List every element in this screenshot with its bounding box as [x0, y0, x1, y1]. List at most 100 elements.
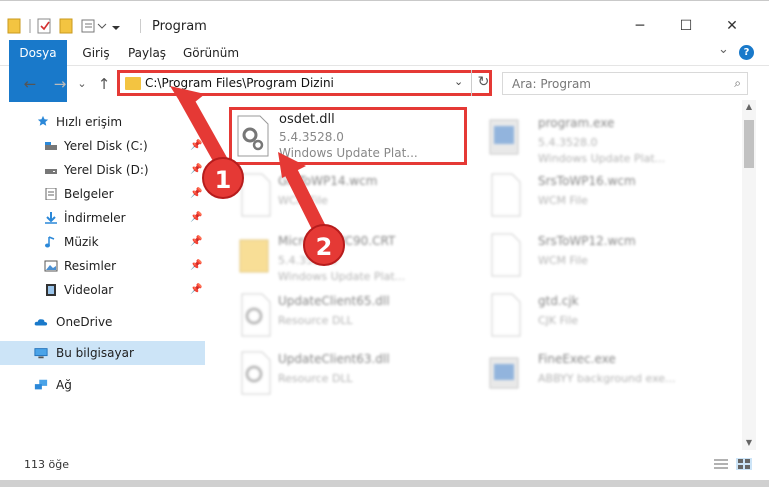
dll-file-icon: [241, 351, 271, 395]
document-file-icon: [491, 293, 521, 337]
pin-icon: 📌: [190, 212, 203, 223]
maximize-button[interactable]: ☐: [666, 15, 706, 37]
highlighted-file-description: Windows Update Plat...: [279, 146, 418, 160]
nav-this-pc[interactable]: Bu bilgisayar: [0, 341, 205, 365]
nav-item-drive-c[interactable]: Yerel Disk (C:) 📌: [0, 134, 205, 158]
up-button[interactable]: ↑: [93, 73, 115, 95]
pin-icon: 📌: [190, 188, 203, 199]
search-placeholder[interactable]: Ara: Program: [512, 77, 591, 91]
highlighted-file[interactable]: osdet.dll 5.4.3528.0 Windows Update Plat…: [229, 107, 467, 165]
tiles-view-icon[interactable]: [736, 458, 752, 470]
window-title: Program: [152, 19, 207, 34]
videos-icon: [46, 284, 56, 296]
nav-item-music[interactable]: Müzik 📌: [0, 230, 205, 254]
file-item[interactable]: SrsToWP16.wcm WCM File: [482, 166, 722, 228]
tab-share[interactable]: Paylaş: [124, 40, 170, 66]
nav-item-pictures[interactable]: Resimler 📌: [0, 254, 205, 278]
search-box[interactable]: Ara: Program ⌕: [502, 72, 748, 95]
address-dropdown-icon[interactable]: ⌄: [454, 75, 463, 88]
tab-view[interactable]: Görünüm: [182, 40, 240, 66]
file-item[interactable]: program.exe 5.4.3528.0 Windows Update Pl…: [482, 108, 722, 170]
file-detail: WCM File: [278, 194, 328, 207]
search-icon[interactable]: ⌕: [734, 76, 741, 91]
file-item[interactable]: Microsoft.VC90.CRT 5.4.3528.0 Windows Up…: [232, 226, 472, 288]
exe-file-icon: [489, 357, 519, 389]
drive-icon: [45, 142, 57, 150]
dll-gear-icon: [237, 115, 269, 157]
file-item[interactable]: UpdateClient65.dll Resource DLL: [232, 286, 472, 348]
file-name: gtd.cjk: [538, 294, 579, 308]
music-icon: [45, 236, 55, 248]
item-count: 113 öğe: [24, 458, 69, 471]
file-name: UpdateClient63.dll: [278, 352, 390, 366]
drive-icon: [45, 169, 57, 174]
file-name: SrsToWP12.wcm: [538, 234, 636, 248]
recent-locations-button[interactable]: ⌄: [71, 73, 93, 95]
nav-onedrive[interactable]: OneDrive: [0, 310, 205, 334]
callout-2: 2: [303, 224, 345, 266]
file-detail: ABBYY background exe...: [538, 372, 676, 385]
file-item[interactable]: gtd.cjk CJK File: [482, 286, 722, 348]
nav-item-label: Yerel Disk (D:): [64, 163, 149, 177]
file-name: UpdateClient65.dll: [278, 294, 390, 308]
highlighted-file-name: osdet.dll: [279, 112, 335, 127]
vertical-scrollbar[interactable]: ▲ ▼: [742, 100, 756, 450]
forward-button[interactable]: →: [49, 73, 71, 95]
highlighted-file-version: 5.4.3528.0: [279, 130, 344, 144]
nav-quick-access[interactable]: Hızlı erişim: [0, 110, 205, 134]
nav-item-label: Müzik: [64, 235, 99, 249]
file-name: FineExec.exe: [538, 352, 616, 366]
close-button[interactable]: ✕: [712, 15, 752, 37]
dll-file-icon: [241, 293, 271, 337]
file-detail: Windows Update Plat...: [538, 152, 666, 165]
nav-item-label: Videolar: [64, 283, 114, 297]
folder-icon: [125, 77, 141, 90]
scroll-thumb[interactable]: [744, 120, 754, 168]
file-name: program.exe: [538, 116, 615, 130]
nav-item-drive-d[interactable]: Yerel Disk (D:) 📌: [0, 158, 205, 182]
file-detail: Resource DLL: [278, 372, 353, 385]
file-item[interactable]: UpdateClient63.dll Resource DLL: [232, 344, 472, 406]
network-icon: [34, 379, 48, 390]
address-path[interactable]: C:\Program Files\Program Dizini: [145, 76, 334, 90]
download-icon: [45, 212, 57, 224]
pictures-icon: [44, 260, 58, 272]
file-detail: Windows Update Plat...: [278, 270, 406, 283]
address-bar[interactable]: C:\Program Files\Program Dizini ⌄ ↻: [117, 70, 492, 96]
pin-icon: 📌: [190, 140, 203, 151]
pin-icon: 📌: [190, 284, 203, 295]
refresh-button[interactable]: ↻: [471, 70, 495, 96]
file-item[interactable]: FineExec.exe ABBYY background exe...: [482, 344, 722, 406]
back-button[interactable]: ←: [19, 73, 41, 95]
tab-home[interactable]: Giriş: [76, 40, 116, 66]
nav-item-videos[interactable]: Videolar 📌: [0, 278, 205, 302]
nav-this-pc-label: Bu bilgisayar: [56, 346, 134, 360]
pin-icon: 📌: [190, 164, 203, 175]
exe-file-icon: [489, 119, 519, 155]
file-item[interactable]: SrsToWP12.wcm WCM File: [482, 226, 722, 288]
star-icon: [37, 115, 49, 126]
minimize-button[interactable]: ─: [620, 15, 660, 37]
file-item[interactable]: GrsToWP14.wcm WCM File: [232, 166, 472, 228]
document-file-icon: [491, 173, 521, 217]
file-name: SrsToWP16.wcm: [538, 174, 636, 188]
nav-network-label: Ağ: [56, 378, 72, 392]
ribbon-expand-icon[interactable]: ⌄: [718, 42, 729, 57]
details-view-icon[interactable]: [713, 458, 729, 470]
nav-item-documents[interactable]: Belgeler 📌: [0, 182, 205, 206]
navigation-pane: Hızlı erişim Yerel Disk (C:) 📌 Yerel Dis…: [0, 100, 210, 450]
nav-item-label: Resimler: [64, 259, 117, 273]
folder-file-icon: [239, 239, 269, 273]
nav-onedrive-label: OneDrive: [56, 315, 113, 329]
pin-icon: 📌: [190, 260, 203, 271]
ribbon-tabs: Dosya Giriş Paylaş Görünüm ⌄ ?: [0, 40, 769, 102]
nav-item-downloads[interactable]: İndirmeler 📌: [0, 206, 205, 230]
help-icon[interactable]: ?: [739, 45, 754, 60]
file-name: GrsToWP14.wcm: [278, 174, 378, 188]
callout-1: 1: [202, 157, 244, 199]
scroll-down-icon[interactable]: ▼: [742, 438, 756, 447]
scroll-up-icon[interactable]: ▲: [742, 102, 756, 111]
quick-access-toolbar[interactable]: [6, 17, 126, 35]
nav-network[interactable]: Ağ: [0, 373, 205, 397]
document-file-icon: [491, 233, 521, 277]
